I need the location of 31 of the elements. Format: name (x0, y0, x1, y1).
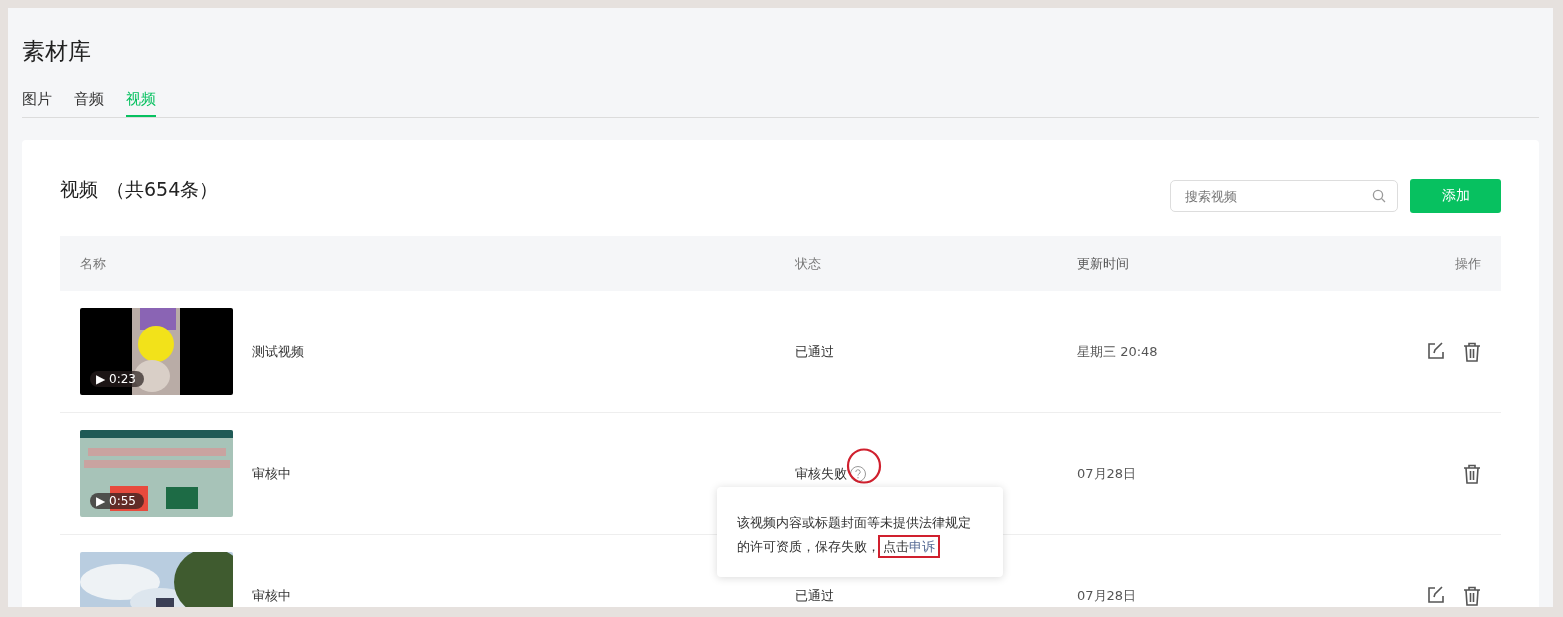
item-count: （共654条） (106, 177, 219, 202)
video-title: 审核中 (252, 464, 291, 483)
tab[interactable]: 音频 (74, 90, 104, 117)
page-title: 素材库 (22, 37, 92, 64)
column-header: 更新时间 (1077, 254, 1130, 273)
video-title: 审核中 (252, 586, 291, 605)
delete-icon[interactable] (1463, 341, 1481, 362)
update-time: 07月28日 (1077, 586, 1138, 605)
video-duration: ▶ 0:55 (90, 493, 144, 509)
status-text: 已通过 (795, 342, 834, 361)
edit-icon[interactable] (1427, 585, 1445, 604)
appeal-link[interactable]: 申诉 (909, 538, 935, 554)
delete-icon[interactable] (1463, 463, 1481, 484)
update-time: 07月28日 (1077, 464, 1138, 483)
tab[interactable]: 图片 (22, 90, 52, 117)
help-icon[interactable] (849, 464, 867, 483)
status-text: 审核失败 (795, 464, 847, 483)
column-header: 名称 (80, 254, 107, 273)
column-header: 操作 (1454, 254, 1481, 273)
status-text: 已通过 (795, 586, 834, 605)
search-field[interactable]: 搜索视频 (1170, 180, 1398, 212)
delete-icon[interactable] (1463, 585, 1481, 606)
edit-icon[interactable] (1427, 341, 1445, 360)
annotation-circle (846, 447, 882, 484)
video-duration: ▶ 0:23 (90, 371, 144, 387)
section-title: 视频 (60, 177, 98, 202)
column-header: 状态 (795, 254, 822, 273)
tooltip-text: 该视频内容或标题封面等未提供法律规定的许可资质，保存失败， 点击申诉 (737, 510, 983, 559)
update-time: 星期三 20:48 (1077, 342, 1159, 361)
search-icon (1372, 189, 1386, 203)
video-title: 测试视频 (252, 342, 304, 361)
